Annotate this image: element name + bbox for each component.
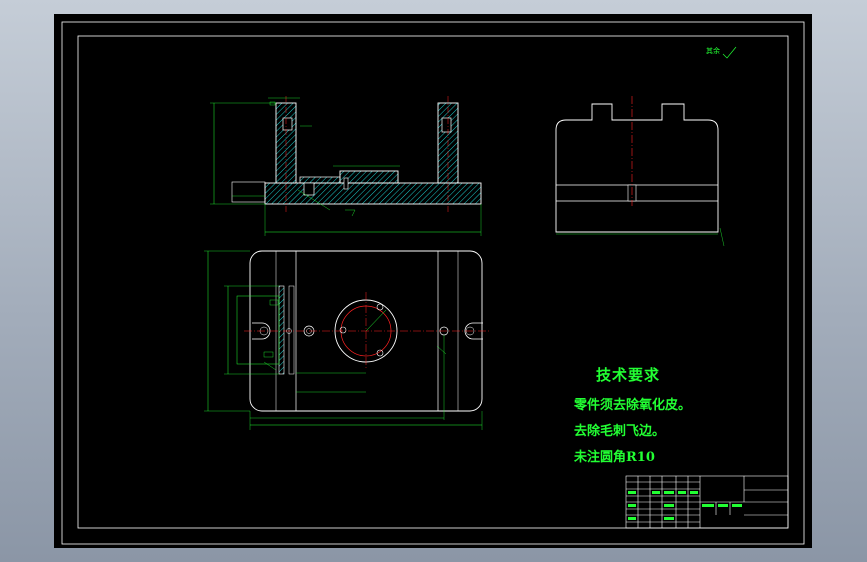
side-view-outline [555,103,719,233]
section-left-step [231,181,266,203]
tech-requirement-item: 去除毛刺飞边。 [574,424,666,439]
side-view [555,96,725,247]
outer-border [61,21,805,545]
front-section-view [210,96,482,236]
title-block-marks [628,491,742,520]
cad-drawing [61,21,805,545]
surface-finish-symbol [722,46,737,59]
tech-requirements-title: 技术要求 [596,366,661,384]
tech-requirement-item: 未注圆角R10 [574,450,655,465]
left-upright-slot [282,117,293,131]
right-upright-slot [441,117,452,133]
title-block [625,475,789,529]
section-base [264,182,482,205]
inner-border [77,35,789,529]
section-pin-hole [343,177,349,190]
section-middle-block [339,170,399,184]
tech-requirement-item: 零件须去除氧化皮。 [574,398,692,413]
surface-finish-note: 其余 [706,47,720,55]
section-bore [303,182,315,196]
section-middle-step [299,176,341,184]
top-view [204,250,490,430]
